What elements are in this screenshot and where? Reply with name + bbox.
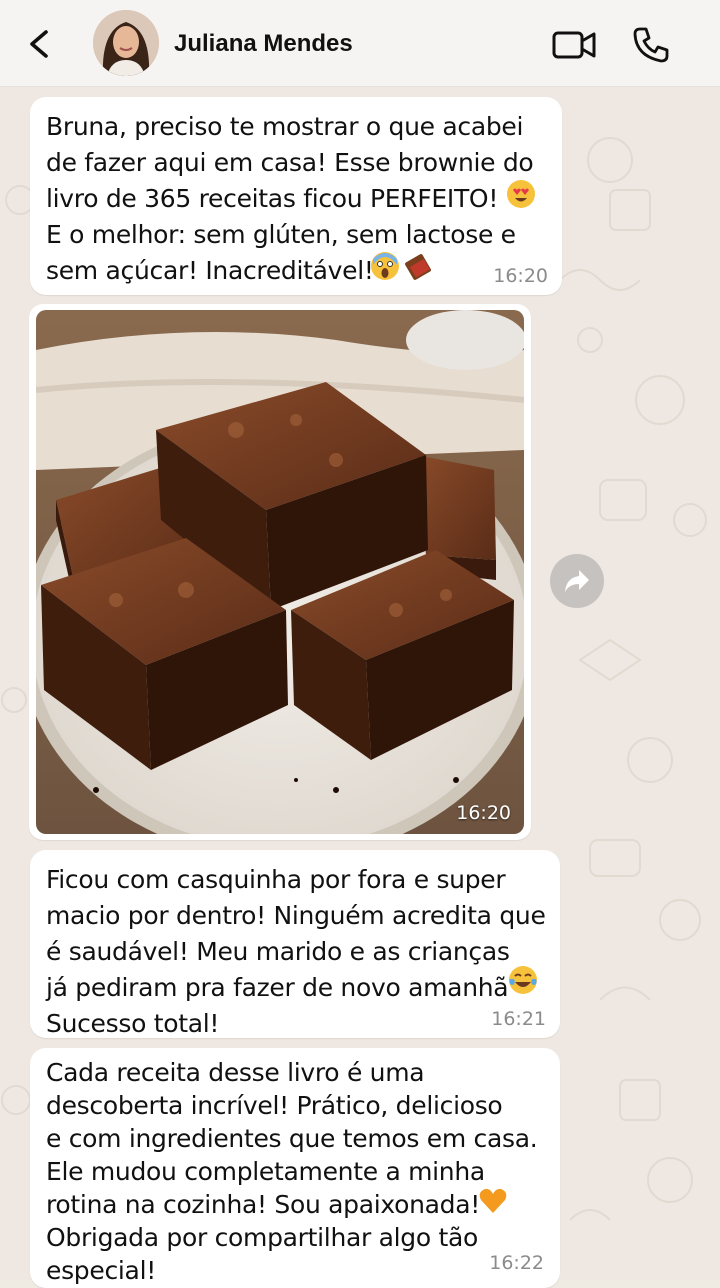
message-bubble[interactable]: Bruna, preciso te mostrar o que acabei d… [30,97,562,295]
message-bubble[interactable]: Cada receita desse livro é uma descobert… [30,1048,560,1288]
orange-heart-emoji [479,1188,507,1213]
message-time: 16:22 [489,1252,544,1274]
message-text-content: Bruna, preciso te mostrar o que acabei d… [46,112,534,285]
message-text: Cada receita desse livro é uma descobert… [46,1056,538,1287]
tears-of-joy-emoji [509,966,537,994]
message-time: 16:21 [491,1008,546,1030]
chocolate-bar-emoji [405,254,431,280]
image-message-bubble[interactable]: 16:20 [29,304,531,840]
screaming-face-emoji [371,252,399,280]
forward-arrow-icon [565,570,589,592]
message-text-content: Cada receita desse livro é uma descobert… [46,1058,538,1285]
message-text-content: Ficou com casquinha por fora e super mac… [46,865,546,1038]
image-time: 16:20 [456,802,511,824]
avatar-photo [93,10,159,76]
phone-icon[interactable] [632,26,670,64]
back-arrow-icon[interactable] [22,24,58,64]
forward-button[interactable] [550,554,604,608]
contact-name[interactable]: Juliana Mendes [174,30,353,58]
brownie-photo[interactable] [36,310,524,834]
chat-header: Juliana Mendes [0,0,720,87]
message-text: Ficou com casquinha por fora e super mac… [46,862,546,1042]
heart-eyes-emoji [507,180,535,208]
video-camera-icon[interactable] [552,28,596,62]
message-time: 16:20 [493,265,548,287]
avatar[interactable] [93,10,159,76]
message-text: Bruna, preciso te mostrar o que acabei d… [46,109,534,289]
message-bubble[interactable]: Ficou com casquinha por fora e super mac… [30,850,560,1038]
brownie-photo-illustration [36,310,524,834]
